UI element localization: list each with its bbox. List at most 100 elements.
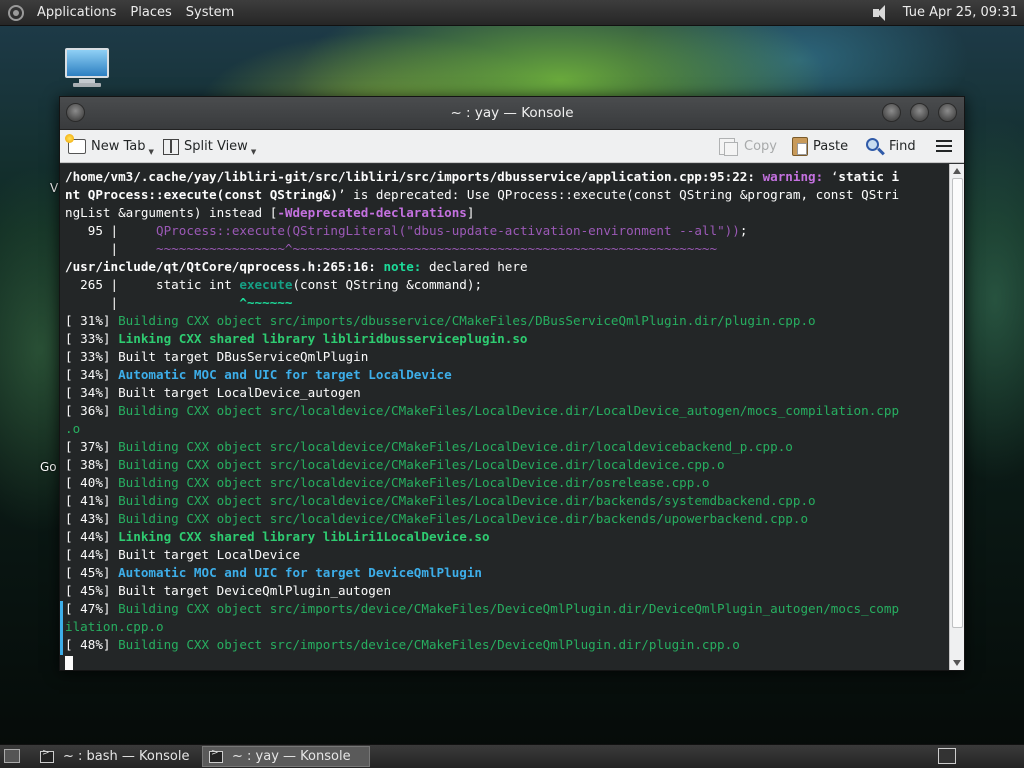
- close-button[interactable]: [938, 103, 957, 122]
- terminal-line: 95 | QProcess::execute(QStringLiteral("d…: [65, 222, 949, 240]
- copy-label: Copy: [744, 139, 777, 154]
- terminal-text: Linking CXX shared library libliridbusse…: [118, 331, 528, 346]
- terminal-line: /usr/include/qt/QtCore/qprocess.h:265:16…: [65, 258, 949, 276]
- terminal-text: declared here: [428, 259, 528, 274]
- terminal-line: /home/vm3/.cache/yay/libliri-git/src/lib…: [65, 168, 949, 186]
- find-label: Find: [889, 139, 916, 154]
- chevron-down-icon[interactable]: ▼: [149, 148, 154, 156]
- terminal-text: |: [65, 241, 156, 256]
- scroll-marker: [60, 601, 63, 655]
- terminal-line: .o: [65, 420, 949, 438]
- konsole-toolbar: New Tab ▼ Split View ▼ Copy Paste Find: [60, 130, 964, 163]
- terminal-line: [ 34%] Built target LocalDevice_autogen: [65, 384, 949, 402]
- terminal-text: QProcess::execute(QStringLiteral("dbus-u…: [156, 223, 740, 238]
- scrollbar-thumb[interactable]: [952, 178, 963, 628]
- find-icon: [866, 137, 884, 156]
- bottom-taskbar: ~ : bash — Konsole ~ : yay — Konsole: [0, 744, 1024, 768]
- terminal-text: -Wdeprecated-declarations: [277, 205, 467, 220]
- paste-icon: [792, 137, 808, 156]
- distro-logo-icon[interactable]: [8, 4, 24, 21]
- workspace-switcher-icon[interactable]: [938, 748, 956, 764]
- terminal-text: Building CXX object src/localdevice/CMak…: [118, 403, 900, 418]
- terminal-line: [ 47%] Building CXX object src/imports/d…: [65, 600, 949, 618]
- menu-system[interactable]: System: [179, 5, 241, 20]
- terminal-text: Building CXX object src/localdevice/CMak…: [118, 511, 809, 526]
- terminal-text: (const QString &command);: [292, 277, 483, 292]
- terminal-text: ngList &arguments) instead [: [65, 205, 278, 220]
- paste-button[interactable]: Paste: [792, 130, 848, 163]
- terminal-text: note:: [383, 259, 429, 274]
- terminal-text: [ 41%]: [65, 493, 119, 508]
- terminal-line: [ 45%] Automatic MOC and UIC for target …: [65, 564, 949, 582]
- terminal-text: [ 38%]: [65, 457, 119, 472]
- terminal-text: [ 34%] Built target LocalDevice_autogen: [65, 385, 361, 400]
- split-view-button[interactable]: Split View ▼: [163, 130, 256, 163]
- chevron-down-icon[interactable]: ▼: [251, 148, 256, 156]
- terminal-text: |: [65, 295, 240, 310]
- terminal-text: [ 43%]: [65, 511, 119, 526]
- menu-places[interactable]: Places: [123, 5, 178, 20]
- terminal-line: [ 48%] Building CXX object src/imports/d…: [65, 636, 949, 654]
- find-button[interactable]: Find: [866, 130, 916, 163]
- terminal-text: [ 34%]: [65, 367, 119, 382]
- paste-label: Paste: [813, 139, 849, 154]
- terminal-line: [ 34%] Automatic MOC and UIC for target …: [65, 366, 949, 384]
- terminal-line: [ 44%] Built target LocalDevice: [65, 546, 949, 564]
- minimize-button[interactable]: [882, 103, 901, 122]
- terminal-line: ilation.cpp.o: [65, 618, 949, 636]
- terminal-text: static i: [838, 169, 900, 184]
- terminal-text: /home/vm3/.cache/yay/libliri-git/src/lib…: [65, 169, 763, 184]
- terminal-text: 265 | static int: [65, 277, 240, 292]
- terminal-text: ]: [466, 205, 475, 220]
- computer-desktop-icon[interactable]: [63, 48, 113, 90]
- terminal-line: nt QProcess::execute(const QString&)’ is…: [65, 186, 949, 204]
- terminal-lines: /home/vm3/.cache/yay/libliri-git/src/lib…: [60, 164, 949, 670]
- terminal-text: [ 44%]: [65, 529, 119, 544]
- terminal-line: | ~~~~~~~~~~~~~~~~~^~~~~~~~~~~~~~~~~~~~~…: [65, 240, 949, 258]
- task-bash-konsole[interactable]: ~ : bash — Konsole: [34, 746, 200, 767]
- terminal-icon: [40, 748, 54, 763]
- desktop-icon-label: Go: [40, 460, 57, 474]
- volume-icon[interactable]: [871, 3, 893, 23]
- terminal-text: ^~~~~~~: [239, 295, 293, 310]
- terminal-text: [ 47%]: [65, 601, 119, 616]
- new-tab-button[interactable]: New Tab ▼: [65, 130, 154, 163]
- terminal-line: [ 38%] Building CXX object src/localdevi…: [65, 456, 949, 474]
- terminal-line: [ 44%] Linking CXX shared library libLir…: [65, 528, 949, 546]
- clock[interactable]: Tue Apr 25, 09:31: [899, 5, 1024, 20]
- scroll-up-arrow-icon[interactable]: [953, 168, 961, 174]
- terminal-text: ’ is deprecated: Use QProcess::execute(c…: [337, 187, 900, 202]
- terminal-text: ~~~~~~~~~~~~~~~~~^~~~~~~~~~~~~~~~~~~~~~~…: [156, 241, 718, 256]
- terminal-text: [ 33%] Built target DBusServiceQmlPlugin: [65, 349, 369, 364]
- panel-tray: Tue Apr 25, 09:31: [871, 3, 1024, 23]
- terminal-scrollbar[interactable]: [949, 164, 964, 670]
- terminal-text: warning:: [762, 169, 831, 184]
- terminal-line: [ 36%] Building CXX object src/localdevi…: [65, 402, 949, 420]
- terminal-output[interactable]: /home/vm3/.cache/yay/libliri-git/src/lib…: [60, 164, 949, 670]
- terminal-line: [ 43%] Building CXX object src/localdevi…: [65, 510, 949, 528]
- terminal-text: 95 |: [65, 223, 156, 238]
- scroll-down-arrow-icon[interactable]: [953, 660, 961, 666]
- maximize-button[interactable]: [910, 103, 929, 122]
- terminal-text: Building CXX object src/imports/device/C…: [118, 637, 740, 652]
- terminal-text: Building CXX object src/localdevice/CMak…: [118, 439, 793, 454]
- konsole-window: ~ : yay — Konsole New Tab ▼ Split View ▼…: [59, 96, 965, 671]
- window-titlebar[interactable]: ~ : yay — Konsole: [60, 97, 964, 130]
- terminal-text: Building CXX object src/localdevice/CMak…: [118, 493, 816, 508]
- terminal-text: [ 37%]: [65, 439, 119, 454]
- terminal-icon: [209, 748, 223, 763]
- terminal-text: [ 33%]: [65, 331, 119, 346]
- terminal-text: Linking CXX shared library libLiri1Local…: [118, 529, 490, 544]
- terminal-line: | ^~~~~~~: [65, 294, 949, 312]
- task-label: ~ : bash — Konsole: [63, 749, 190, 764]
- terminal-prompt-line: [65, 654, 949, 670]
- terminal-text: ilation.cpp.o: [65, 619, 164, 634]
- terminal-text: .o: [65, 421, 81, 436]
- task-yay-konsole[interactable]: ~ : yay — Konsole: [202, 746, 370, 767]
- terminal-text: Building CXX object src/imports/device/C…: [118, 601, 900, 616]
- terminal-line: [ 45%] Built target DeviceQmlPlugin_auto…: [65, 582, 949, 600]
- hamburger-menu-icon[interactable]: [936, 140, 952, 152]
- show-desktop-icon[interactable]: [4, 749, 20, 763]
- menu-applications[interactable]: Applications: [30, 5, 123, 20]
- copy-button[interactable]: Copy: [719, 130, 777, 163]
